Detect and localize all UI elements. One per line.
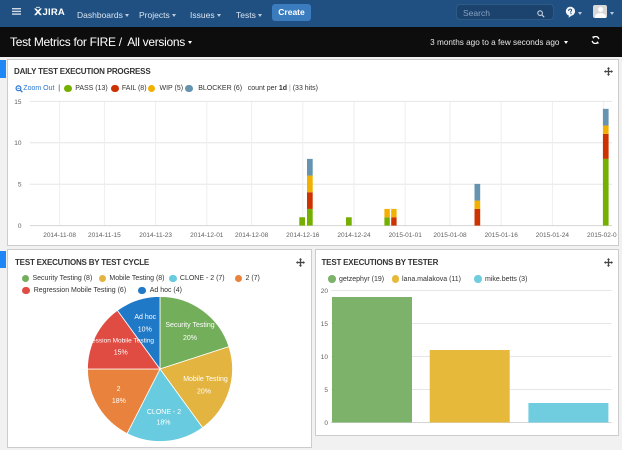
- svg-text:2015-01-16: 2015-01-16: [485, 232, 519, 239]
- svg-text:0: 0: [18, 223, 22, 230]
- svg-text:10: 10: [14, 140, 22, 147]
- svg-text:2014-12-16: 2014-12-16: [286, 232, 320, 239]
- svg-text:Mobile Testing: Mobile Testing: [183, 376, 228, 383]
- svg-text:2014-12-08: 2014-12-08: [235, 232, 269, 239]
- svg-text:Ad hoc: Ad hoc: [134, 314, 156, 321]
- svg-text:2014-12-24: 2014-12-24: [337, 232, 371, 239]
- svg-text:15%: 15%: [114, 350, 128, 357]
- svg-text:5: 5: [324, 387, 328, 394]
- svg-text:Security Testing: Security Testing: [165, 322, 214, 329]
- svg-text:2014-11-15: 2014-11-15: [88, 232, 121, 239]
- svg-text:10%: 10%: [138, 327, 152, 334]
- svg-text:2014-11-23: 2014-11-23: [139, 232, 172, 239]
- svg-text:15: 15: [14, 99, 22, 106]
- svg-text:15: 15: [321, 321, 329, 328]
- svg-text:2015-01-24: 2015-01-24: [536, 232, 570, 239]
- svg-text:2015-01-08: 2015-01-08: [433, 232, 467, 239]
- svg-text:18%: 18%: [156, 420, 170, 427]
- svg-text:18%: 18%: [112, 398, 126, 405]
- svg-text:2015-01-01: 2015-01-01: [389, 232, 423, 239]
- svg-text:20: 20: [321, 288, 329, 295]
- svg-text:2015-02-01: 2015-02-01: [587, 232, 617, 239]
- svg-text:2014-11-08: 2014-11-08: [43, 232, 76, 239]
- svg-text:CLONE - 2: CLONE - 2: [147, 409, 181, 416]
- svg-text:0: 0: [324, 420, 328, 427]
- svg-text:2014-12-01: 2014-12-01: [190, 232, 224, 239]
- svg-text:20%: 20%: [183, 335, 197, 342]
- svg-text:10: 10: [321, 354, 329, 361]
- svg-text:2: 2: [117, 386, 121, 393]
- svg-text:20%: 20%: [197, 389, 211, 396]
- svg-text:Regression Mobile Testing: Regression Mobile Testing: [78, 338, 154, 345]
- svg-text:5: 5: [18, 182, 22, 189]
